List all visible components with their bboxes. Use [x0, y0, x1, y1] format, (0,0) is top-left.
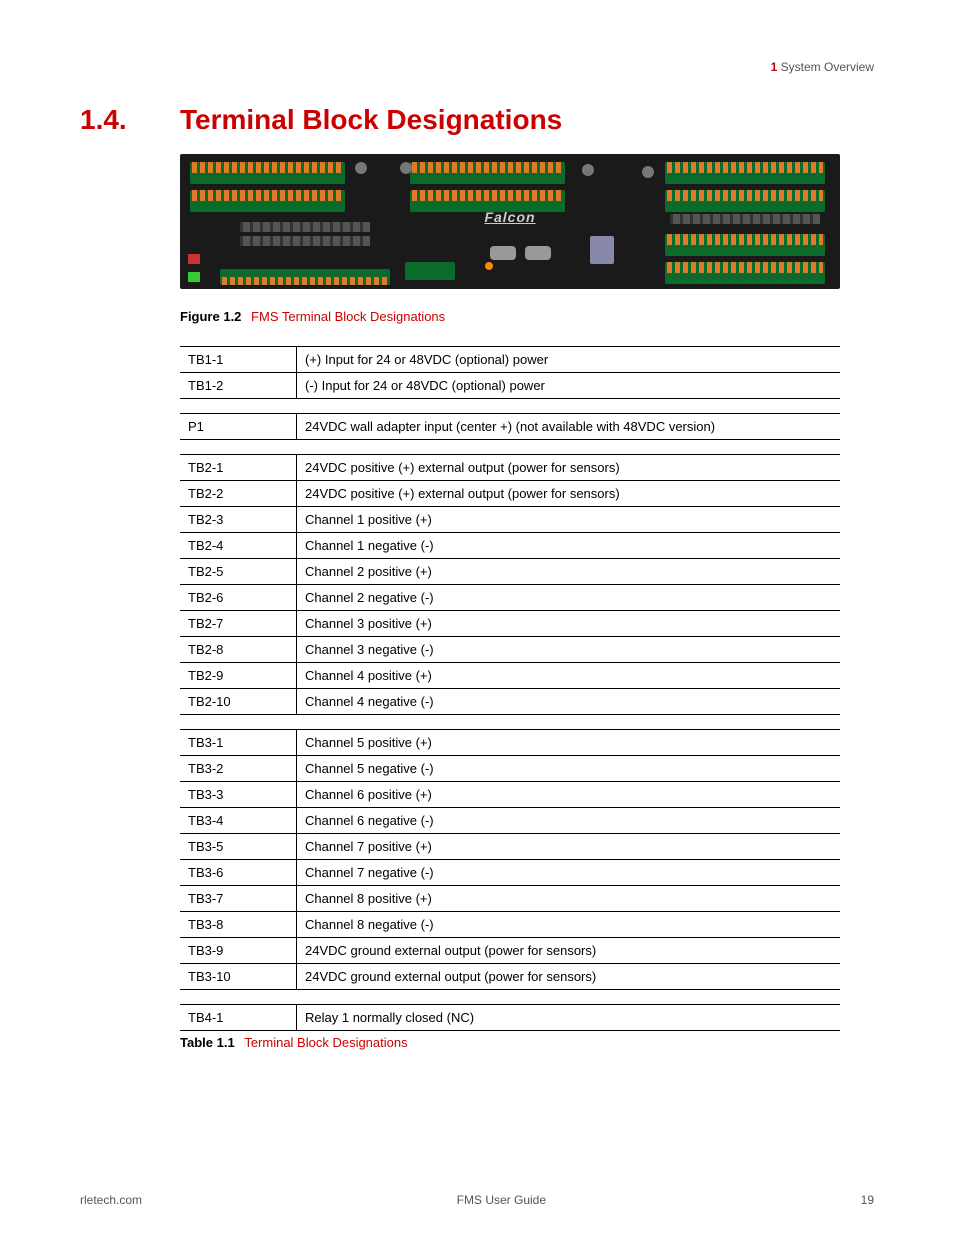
figure-caption: Figure 1.2 FMS Terminal Block Designatio… [180, 309, 874, 324]
table-row: TB2-8Channel 3 negative (-) [180, 637, 840, 663]
footer-page-number: 19 [861, 1193, 874, 1207]
table-row: TB1-1(+) Input for 24 or 48VDC (optional… [180, 347, 840, 373]
table-row: TB2-224VDC positive (+) external output … [180, 481, 840, 507]
footer-center: FMS User Guide [457, 1193, 546, 1207]
footer-left: rletech.com [80, 1193, 142, 1207]
table-row: TB2-5Channel 2 positive (+) [180, 559, 840, 585]
table-row: TB2-4Channel 1 negative (-) [180, 533, 840, 559]
table-row: TB3-8Channel 8 negative (-) [180, 912, 840, 938]
table-row: TB2-7Channel 3 positive (+) [180, 611, 840, 637]
table-tb2: TB2-124VDC positive (+) external output … [180, 454, 840, 715]
table-row: TB1-2(-) Input for 24 or 48VDC (optional… [180, 373, 840, 399]
table-tb4: TB4-1Relay 1 normally closed (NC) [180, 1004, 840, 1031]
figure-label: Figure 1.2 [180, 309, 241, 324]
table-row: TB3-3Channel 6 positive (+) [180, 782, 840, 808]
chapter-number: 1 [771, 60, 778, 74]
running-header: 1 System Overview [80, 60, 874, 74]
table-row: TB3-5Channel 7 positive (+) [180, 834, 840, 860]
pcb-photo: Falcon [180, 154, 840, 289]
section-number: 1.4. [80, 104, 180, 136]
chapter-title: System Overview [781, 60, 874, 74]
table-row: TB4-1Relay 1 normally closed (NC) [180, 1005, 840, 1031]
table-row: TB3-1Channel 5 positive (+) [180, 730, 840, 756]
table-row: P124VDC wall adapter input (center +) (n… [180, 414, 840, 440]
page-footer: rletech.com FMS User Guide 19 [80, 1193, 874, 1207]
table-p1: P124VDC wall adapter input (center +) (n… [180, 413, 840, 440]
table-row: TB2-124VDC positive (+) external output … [180, 455, 840, 481]
table-row: TB3-1024VDC ground external output (powe… [180, 964, 840, 990]
table-row: TB2-6Channel 2 negative (-) [180, 585, 840, 611]
table-row: TB2-9Channel 4 positive (+) [180, 663, 840, 689]
section-heading: 1.4. Terminal Block Designations [80, 104, 874, 136]
table-row: TB3-7Channel 8 positive (+) [180, 886, 840, 912]
table-row: TB3-2Channel 5 negative (-) [180, 756, 840, 782]
table-row: TB3-924VDC ground external output (power… [180, 938, 840, 964]
table-tb1: TB1-1(+) Input for 24 or 48VDC (optional… [180, 346, 840, 399]
table-row: TB3-6Channel 7 negative (-) [180, 860, 840, 886]
table-tb3: TB3-1Channel 5 positive (+) TB3-2Channel… [180, 729, 840, 990]
figure-caption-text: FMS Terminal Block Designations [251, 309, 445, 324]
table-caption-text: Terminal Block Designations [244, 1035, 407, 1050]
table-caption: Table 1.1 Terminal Block Designations [180, 1035, 874, 1050]
table-label: Table 1.1 [180, 1035, 235, 1050]
pcb-brand-label: Falcon [484, 209, 535, 225]
section-title: Terminal Block Designations [180, 104, 562, 136]
table-row: TB2-10Channel 4 negative (-) [180, 689, 840, 715]
table-row: TB3-4Channel 6 negative (-) [180, 808, 840, 834]
table-row: TB2-3Channel 1 positive (+) [180, 507, 840, 533]
